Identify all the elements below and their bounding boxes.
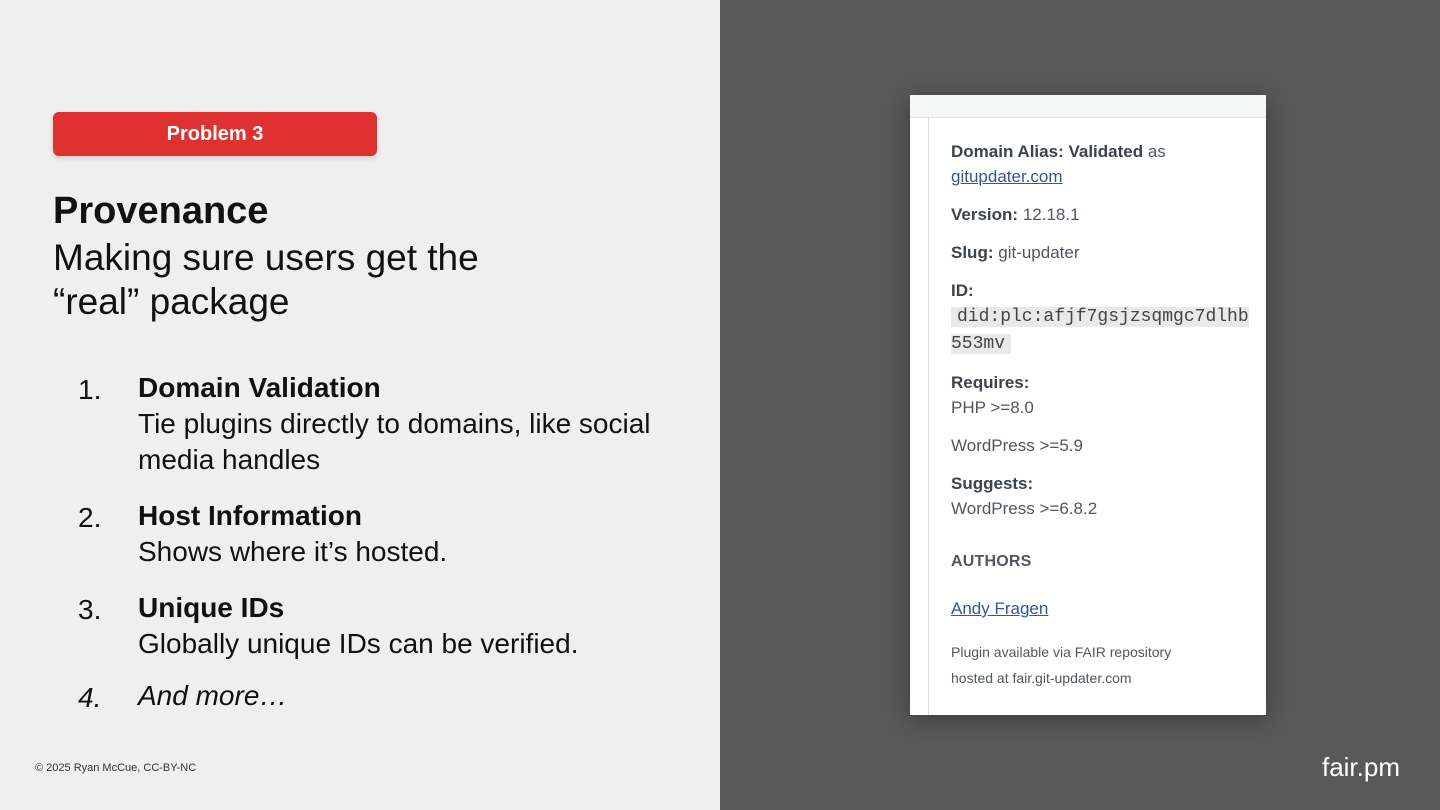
plugin-meta: Domain Alias: Validated as gitupdater.co… xyxy=(951,139,1251,691)
requires-wordpress: WordPress >=5.9 xyxy=(951,436,1083,455)
list-number: 4. xyxy=(78,682,102,713)
list-item-description: Tie plugins directly to domains, like so… xyxy=(138,408,651,475)
copyright-footer: © 2025 Ryan McCue, CC-BY-NC xyxy=(35,762,197,774)
list-number: 2. xyxy=(78,502,102,533)
version-value: 12.18.1 xyxy=(1022,205,1080,224)
author-link[interactable]: Andy Fragen xyxy=(951,596,1251,621)
version-row: Version: 12.18.1 xyxy=(951,202,1251,227)
requires-wp-row: WordPress >=5.9 xyxy=(951,433,1251,458)
requires-php: PHP >=8.0 xyxy=(951,398,1034,417)
list-item-heading: Domain Validation xyxy=(138,372,381,403)
list-item-body: Unique IDs Globally unique IDs can be ve… xyxy=(138,590,698,662)
list-item-body: And more… xyxy=(138,678,698,714)
authors-heading: AUTHORS xyxy=(951,553,1032,570)
repository-note: Plugin available via FAIR repository hos… xyxy=(951,639,1251,691)
domain-alias-status: Validated xyxy=(1068,142,1144,161)
list-item-body: Host Information Shows where it’s hosted… xyxy=(138,498,698,570)
domain-alias-label: Domain Alias xyxy=(951,142,1059,161)
slug-row: Slug: git-updater xyxy=(951,240,1251,265)
slide-title: Provenance xyxy=(53,190,269,232)
list-item-description: Globally unique IDs can be verified. xyxy=(138,628,579,659)
list-item-heading: Unique IDs xyxy=(138,592,285,623)
slug-label: Slug: xyxy=(951,243,994,262)
problem-badge: Problem 3 xyxy=(53,112,377,156)
domain-alias-row: Domain Alias: Validated as gitupdater.co… xyxy=(951,142,1166,186)
list-number: 1. xyxy=(78,374,102,405)
note-line: hosted at fair.git-updater.com xyxy=(951,670,1132,686)
suggests-label: Suggests: xyxy=(951,474,1034,493)
id-value: did:plc:afjf7gsjzsqmgc7dlhb553mv xyxy=(951,307,1249,354)
slide-left-pane: Problem 3 Provenance Making sure users g… xyxy=(0,0,720,810)
slide-subtitle: Making sure users get the “real” package xyxy=(53,237,479,322)
panel-header-strip xyxy=(910,95,1266,118)
list-item-description: Shows where it’s hosted. xyxy=(138,536,448,567)
domain-alias-link[interactable]: gitupdater.com xyxy=(951,167,1063,186)
suggests-row: Suggests: WordPress >=6.8.2 xyxy=(951,471,1251,521)
list-item-heading: Host Information xyxy=(138,500,362,531)
panel-divider xyxy=(928,117,929,715)
id-label: ID: xyxy=(951,281,974,300)
plugin-details-panel: Domain Alias: Validated as gitupdater.co… xyxy=(910,95,1266,715)
suggests-wordpress: WordPress >=6.8.2 xyxy=(951,499,1098,518)
version-label: Version: xyxy=(951,205,1019,224)
list-item-body: Domain Validation Tie plugins directly t… xyxy=(138,370,698,478)
id-row: ID: did:plc:afjf7gsjzsqmgc7dlhb553mv xyxy=(951,278,1251,357)
slug-value: git-updater xyxy=(998,243,1080,262)
brand-label: fair.pm xyxy=(1321,752,1400,782)
list-number: 3. xyxy=(78,594,102,625)
list-item-heading: And more… xyxy=(138,680,288,711)
note-line: Plugin available via FAIR repository xyxy=(951,644,1172,660)
requires-row: Requires: PHP >=8.0 xyxy=(951,370,1251,420)
domain-alias-as: as xyxy=(1147,142,1166,161)
requires-label: Requires: xyxy=(951,373,1030,392)
